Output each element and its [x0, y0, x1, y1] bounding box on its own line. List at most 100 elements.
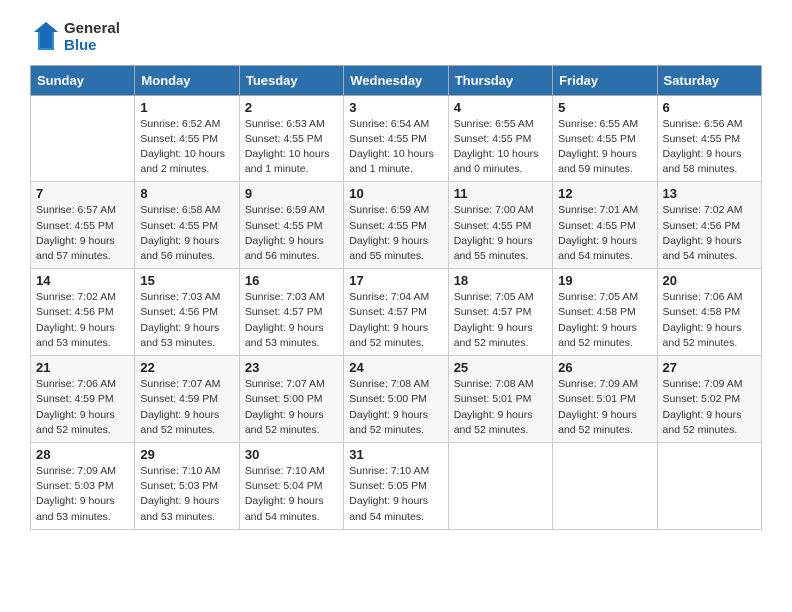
calendar-day-9: 9 Sunrise: 6:59 AM Sunset: 4:55 PM Daylig… [239, 182, 343, 269]
day-info: Sunrise: 7:06 AM Sunset: 4:59 PM Dayligh… [36, 377, 129, 438]
calendar-day-23: 23 Sunrise: 7:07 AM Sunset: 5:00 PM Dayli… [239, 356, 343, 443]
day-number: 26 [558, 360, 651, 375]
day-info: Sunrise: 7:05 AM Sunset: 4:57 PM Dayligh… [454, 290, 547, 351]
calendar-day-17: 17 Sunrise: 7:04 AM Sunset: 4:57 PM Dayli… [344, 269, 448, 356]
day-info: Sunrise: 6:52 AM Sunset: 4:55 PM Dayligh… [140, 117, 233, 178]
calendar-day-14: 14 Sunrise: 7:02 AM Sunset: 4:56 PM Dayli… [31, 269, 135, 356]
header-sunday: Sunday [31, 65, 135, 95]
calendar-week-1: 1 Sunrise: 6:52 AM Sunset: 4:55 PM Daylig… [31, 95, 762, 182]
logo: General Blue [30, 20, 120, 55]
calendar-header: SundayMondayTuesdayWednesdayThursdayFrid… [31, 65, 762, 95]
calendar-day-16: 16Sunrise: 7:03 AM Sunset: 4:57 PM Dayli… [239, 269, 343, 356]
day-number: 29 [140, 447, 233, 462]
day-number: 2 [245, 100, 338, 115]
calendar-day-12: 12Sunrise: 7:01 AM Sunset: 4:55 PM Dayli… [553, 182, 657, 269]
day-number: 27 [663, 360, 756, 375]
day-info: Sunrise: 6:55 AM Sunset: 4:55 PM Dayligh… [454, 117, 547, 178]
day-number: 16 [245, 273, 338, 288]
day-info: Sunrise: 7:04 AM Sunset: 4:57 PM Dayligh… [349, 290, 442, 351]
calendar-day-28: 28Sunrise: 7:09 AM Sunset: 5:03 PM Dayli… [31, 443, 135, 530]
calendar-day-4: 4 Sunrise: 6:55 AM Sunset: 4:55 PM Daylig… [448, 95, 552, 182]
day-number: 25 [454, 360, 547, 375]
day-info: Sunrise: 7:07 AM Sunset: 4:59 PM Dayligh… [140, 377, 233, 438]
day-info: Sunrise: 7:02 AM Sunset: 4:56 PM Dayligh… [663, 203, 756, 264]
header-friday: Friday [553, 65, 657, 95]
calendar-week-5: 28Sunrise: 7:09 AM Sunset: 5:03 PM Dayli… [31, 443, 762, 530]
calendar-day-15: 15Sunrise: 7:03 AM Sunset: 4:56 PM Dayli… [135, 269, 239, 356]
calendar-day-31: 31 Sunrise: 7:10 AM Sunset: 5:05 PM Dayli… [344, 443, 448, 530]
day-number: 22 [140, 360, 233, 375]
day-info: Sunrise: 7:02 AM Sunset: 4:56 PM Dayligh… [36, 290, 129, 351]
header-saturday: Saturday [657, 65, 761, 95]
day-number: 4 [454, 100, 547, 115]
day-info: Sunrise: 6:59 AM Sunset: 4:55 PM Dayligh… [245, 203, 338, 264]
calendar-day-10: 10 Sunrise: 6:59 AM Sunset: 4:55 PM Dayli… [344, 182, 448, 269]
day-number: 30 [245, 447, 338, 462]
calendar-day-18: 18 Sunrise: 7:05 AM Sunset: 4:57 PM Dayli… [448, 269, 552, 356]
calendar-day-5: 5Sunrise: 6:55 AM Sunset: 4:55 PM Daylig… [553, 95, 657, 182]
empty-cell [657, 443, 761, 530]
day-info: Sunrise: 7:10 AM Sunset: 5:05 PM Dayligh… [349, 464, 442, 525]
day-number: 15 [140, 273, 233, 288]
calendar-day-27: 27Sunrise: 7:09 AM Sunset: 5:02 PM Dayli… [657, 356, 761, 443]
day-info: Sunrise: 6:55 AM Sunset: 4:55 PM Dayligh… [558, 117, 651, 178]
day-info: Sunrise: 6:58 AM Sunset: 4:55 PM Dayligh… [140, 203, 233, 264]
empty-cell [553, 443, 657, 530]
calendar-day-1: 1 Sunrise: 6:52 AM Sunset: 4:55 PM Daylig… [135, 95, 239, 182]
day-number: 6 [663, 100, 756, 115]
day-number: 7 [36, 186, 129, 201]
empty-cell [448, 443, 552, 530]
day-number: 23 [245, 360, 338, 375]
day-number: 1 [140, 100, 233, 115]
calendar-week-2: 7Sunrise: 6:57 AM Sunset: 4:55 PM Daylig… [31, 182, 762, 269]
day-number: 18 [454, 273, 547, 288]
header-monday: Monday [135, 65, 239, 95]
day-number: 24 [349, 360, 442, 375]
empty-cell [31, 95, 135, 182]
day-info: Sunrise: 6:56 AM Sunset: 4:55 PM Dayligh… [663, 117, 756, 178]
day-number: 19 [558, 273, 651, 288]
day-info: Sunrise: 7:08 AM Sunset: 5:01 PM Dayligh… [454, 377, 547, 438]
day-info: Sunrise: 7:05 AM Sunset: 4:58 PM Dayligh… [558, 290, 651, 351]
day-info: Sunrise: 7:07 AM Sunset: 5:00 PM Dayligh… [245, 377, 338, 438]
calendar-day-24: 24 Sunrise: 7:08 AM Sunset: 5:00 PM Dayli… [344, 356, 448, 443]
calendar-day-22: 22 Sunrise: 7:07 AM Sunset: 4:59 PM Dayli… [135, 356, 239, 443]
day-info: Sunrise: 7:09 AM Sunset: 5:01 PM Dayligh… [558, 377, 651, 438]
calendar-table: SundayMondayTuesdayWednesdayThursdayFrid… [30, 65, 762, 530]
calendar-day-2: 2 Sunrise: 6:53 AM Sunset: 4:55 PM Daylig… [239, 95, 343, 182]
day-info: Sunrise: 7:06 AM Sunset: 4:58 PM Dayligh… [663, 290, 756, 351]
day-info: Sunrise: 6:59 AM Sunset: 4:55 PM Dayligh… [349, 203, 442, 264]
page-header: General Blue [30, 20, 762, 55]
calendar-day-19: 19 Sunrise: 7:05 AM Sunset: 4:58 PM Dayli… [553, 269, 657, 356]
day-info: Sunrise: 7:09 AM Sunset: 5:03 PM Dayligh… [36, 464, 129, 525]
calendar-day-11: 11Sunrise: 7:00 AM Sunset: 4:55 PM Dayli… [448, 182, 552, 269]
calendar-day-21: 21 Sunrise: 7:06 AM Sunset: 4:59 PM Dayli… [31, 356, 135, 443]
day-number: 14 [36, 273, 129, 288]
day-number: 10 [349, 186, 442, 201]
day-info: Sunrise: 7:10 AM Sunset: 5:03 PM Dayligh… [140, 464, 233, 525]
header-thursday: Thursday [448, 65, 552, 95]
calendar-day-3: 3Sunrise: 6:54 AM Sunset: 4:55 PM Daylig… [344, 95, 448, 182]
day-number: 31 [349, 447, 442, 462]
day-number: 21 [36, 360, 129, 375]
calendar-body: 1 Sunrise: 6:52 AM Sunset: 4:55 PM Daylig… [31, 95, 762, 529]
header-wednesday: Wednesday [344, 65, 448, 95]
day-number: 8 [140, 186, 233, 201]
day-number: 3 [349, 100, 442, 115]
calendar-day-26: 26 Sunrise: 7:09 AM Sunset: 5:01 PM Dayli… [553, 356, 657, 443]
calendar-day-8: 8 Sunrise: 6:58 AM Sunset: 4:55 PM Daylig… [135, 182, 239, 269]
calendar-day-25: 25 Sunrise: 7:08 AM Sunset: 5:01 PM Dayli… [448, 356, 552, 443]
day-number: 11 [454, 186, 547, 201]
calendar-day-7: 7Sunrise: 6:57 AM Sunset: 4:55 PM Daylig… [31, 182, 135, 269]
header-tuesday: Tuesday [239, 65, 343, 95]
day-info: Sunrise: 7:08 AM Sunset: 5:00 PM Dayligh… [349, 377, 442, 438]
day-number: 9 [245, 186, 338, 201]
day-info: Sunrise: 6:53 AM Sunset: 4:55 PM Dayligh… [245, 117, 338, 178]
calendar-day-29: 29 Sunrise: 7:10 AM Sunset: 5:03 PM Dayli… [135, 443, 239, 530]
day-info: Sunrise: 7:10 AM Sunset: 5:04 PM Dayligh… [245, 464, 338, 525]
logo-text-general: General [64, 20, 120, 37]
calendar-day-13: 13Sunrise: 7:02 AM Sunset: 4:56 PM Dayli… [657, 182, 761, 269]
logo-icon [30, 20, 62, 52]
day-number: 17 [349, 273, 442, 288]
calendar-day-30: 30 Sunrise: 7:10 AM Sunset: 5:04 PM Dayli… [239, 443, 343, 530]
